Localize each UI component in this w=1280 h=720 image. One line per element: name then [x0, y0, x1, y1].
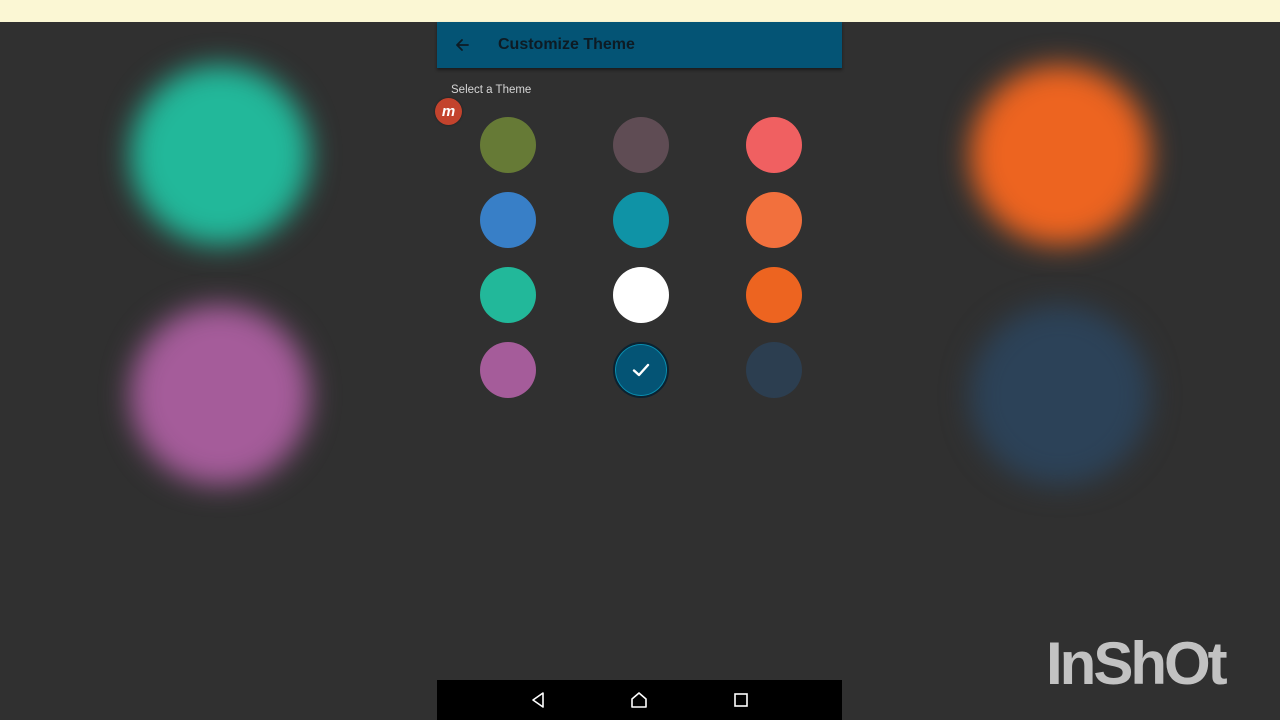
theme-swatch[interactable] — [480, 342, 536, 398]
theme-swatch[interactable] — [480, 267, 536, 323]
nav-home-button[interactable] — [619, 680, 659, 720]
home-icon — [631, 692, 648, 708]
section-label: Select a Theme — [451, 84, 532, 96]
theme-swatch[interactable] — [613, 267, 669, 323]
nav-back-button[interactable] — [518, 680, 558, 720]
blurred-swatch-orange — [970, 65, 1150, 245]
square-recents-icon — [734, 693, 748, 707]
triangle-back-icon — [532, 692, 544, 708]
blurred-swatch-teal — [130, 65, 310, 245]
theme-swatch[interactable] — [613, 342, 669, 398]
theme-swatch[interactable] — [613, 117, 669, 173]
app-bar: Customize Theme — [437, 22, 842, 68]
theme-swatch[interactable] — [746, 342, 802, 398]
system-nav-bar — [437, 680, 842, 720]
notification-strip — [0, 0, 1280, 22]
back-button[interactable] — [439, 22, 485, 68]
theme-swatch[interactable] — [613, 192, 669, 248]
theme-swatch[interactable] — [746, 192, 802, 248]
nav-recents-button[interactable] — [721, 680, 761, 720]
theme-swatch[interactable] — [746, 267, 802, 323]
arrow-left-icon — [456, 39, 469, 51]
page-title: Customize Theme — [498, 36, 635, 53]
theme-swatch[interactable] — [480, 192, 536, 248]
blurred-swatch-purple — [130, 305, 310, 485]
theme-swatch[interactable] — [746, 117, 802, 173]
watermark-logo: InShOt — [1046, 630, 1228, 697]
phone-screen: Customize Theme Select a Theme m — [435, 22, 842, 720]
blurred-swatch-navy — [970, 305, 1150, 485]
recorder-badge-letter: m — [441, 103, 456, 120]
theme-grid — [480, 117, 802, 398]
theme-swatch[interactable] — [480, 117, 536, 173]
screen-recorder-badge[interactable]: m — [435, 98, 462, 125]
check-icon — [632, 363, 650, 377]
